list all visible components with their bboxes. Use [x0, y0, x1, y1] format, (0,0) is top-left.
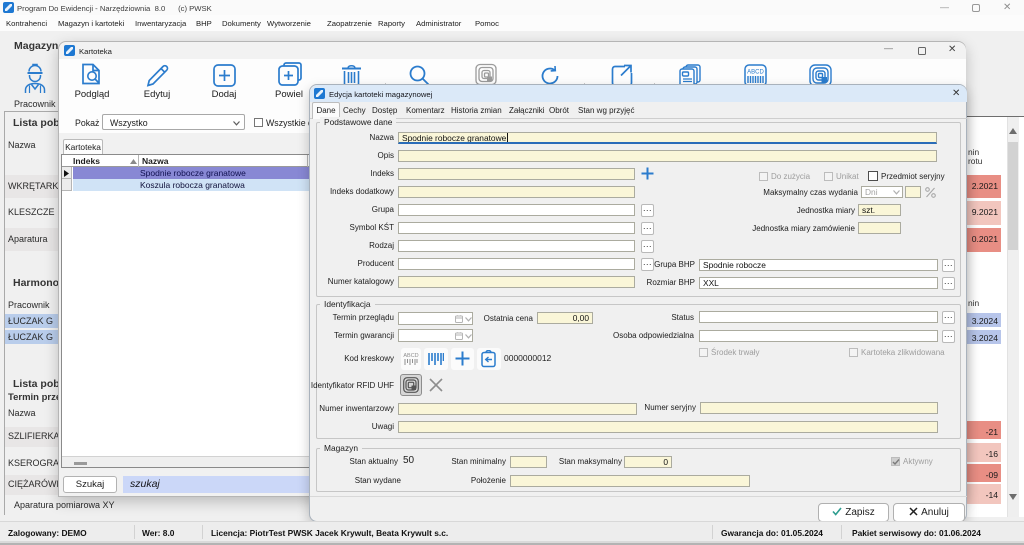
svg-text:ABCD: ABCD [747, 70, 764, 76]
svg-text:ABCD: ABCD [403, 353, 418, 359]
